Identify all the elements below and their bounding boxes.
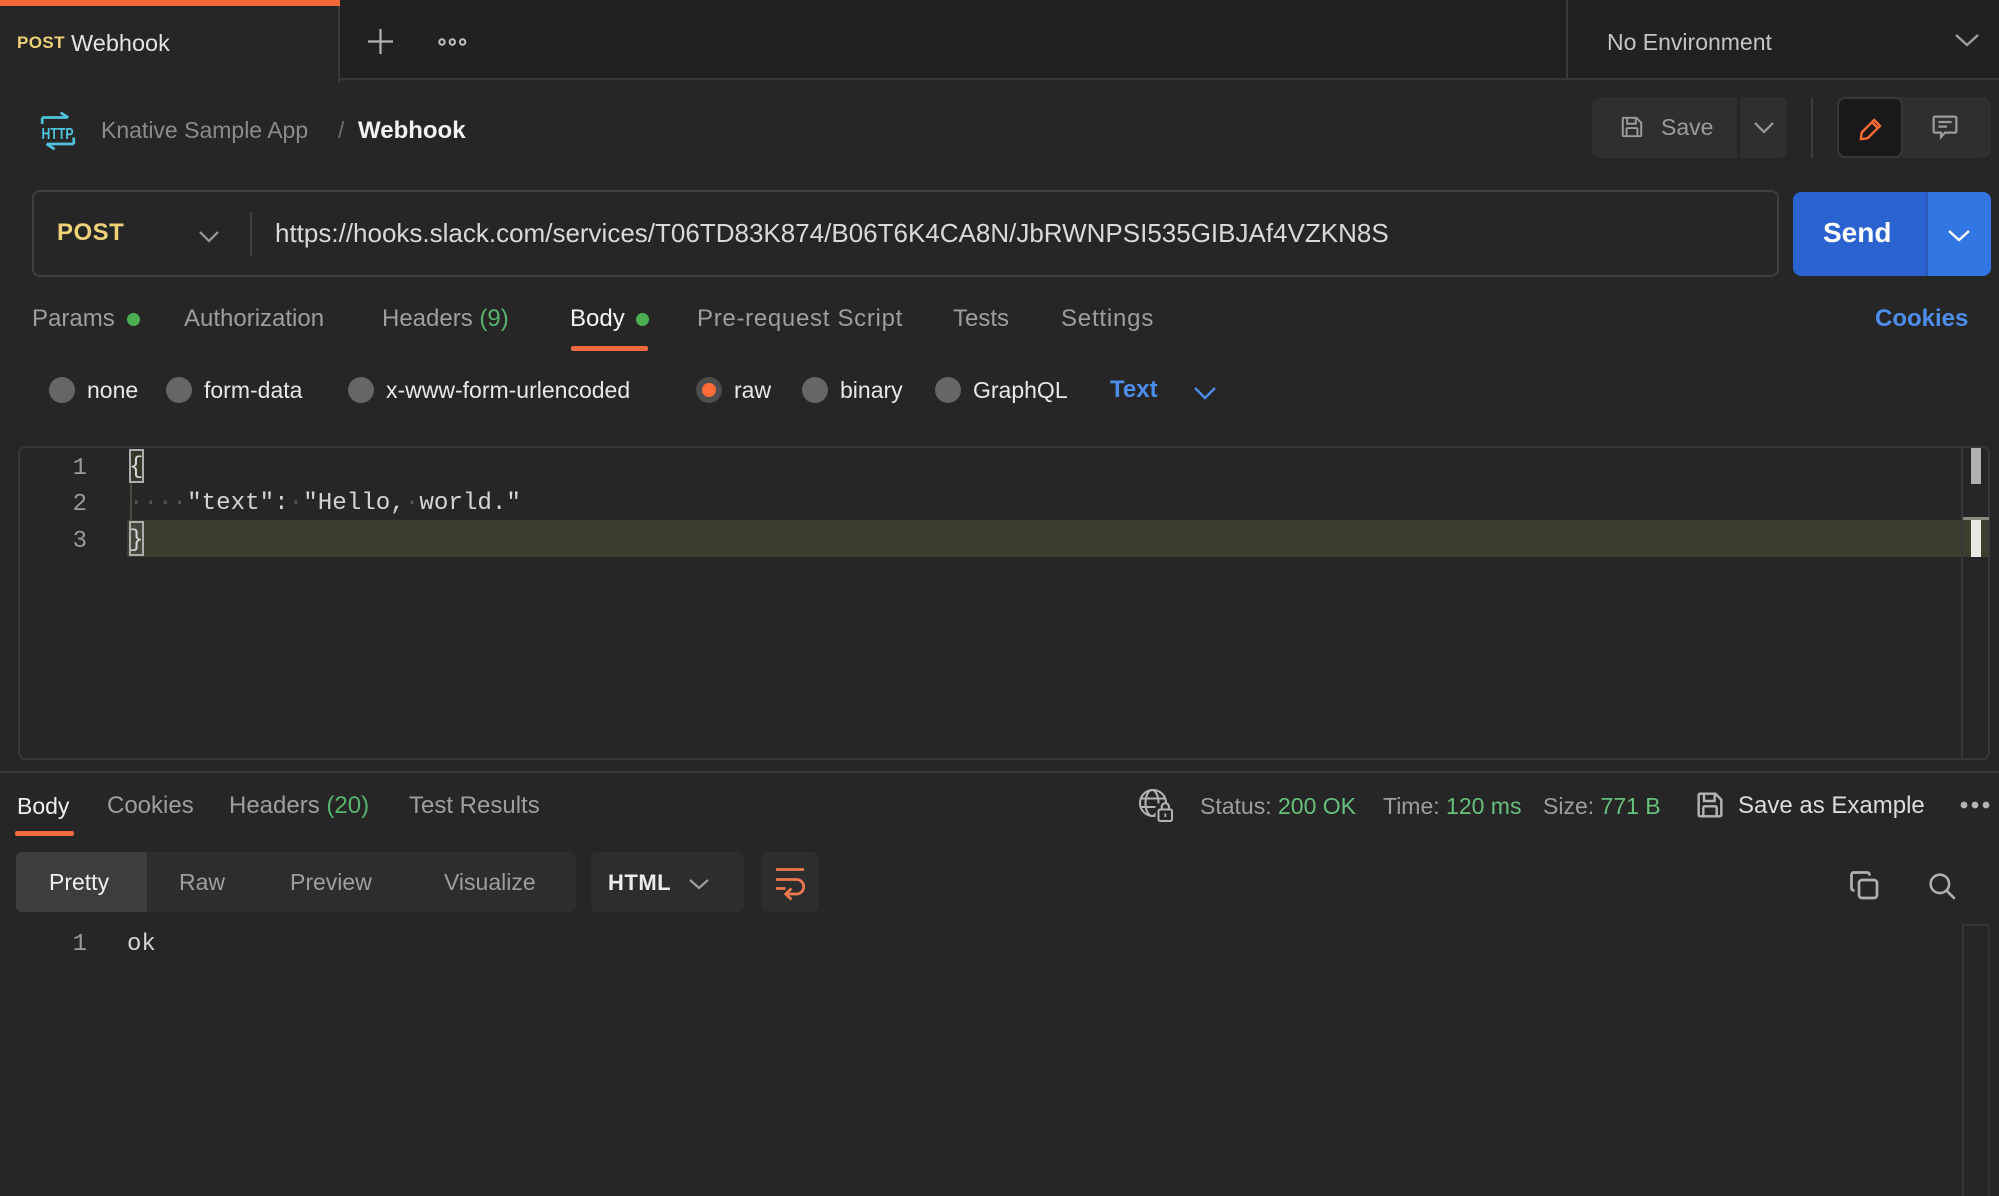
svg-text:HTTP: HTTP xyxy=(42,126,74,143)
